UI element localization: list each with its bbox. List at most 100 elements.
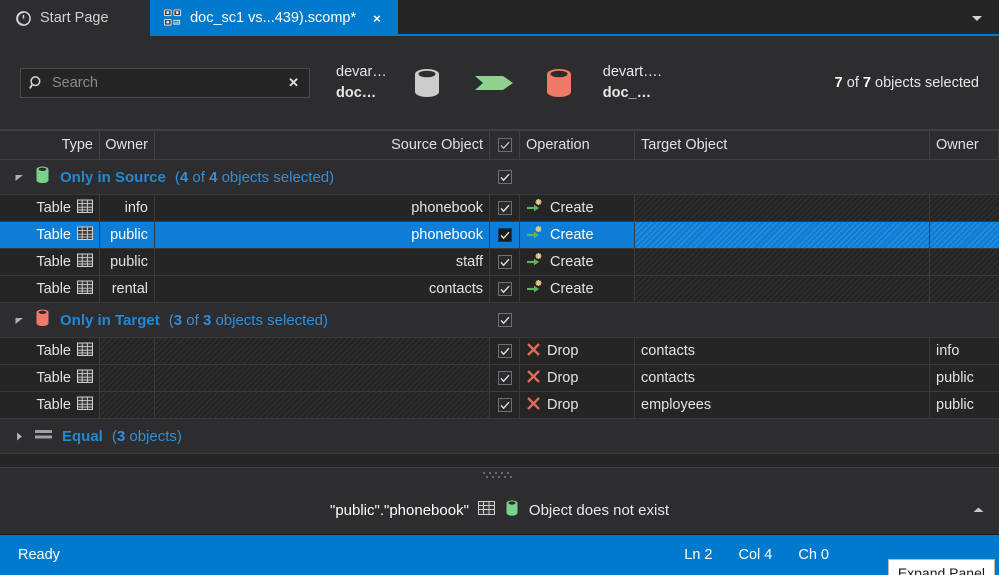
row-checkbox[interactable] — [497, 398, 512, 412]
detail-object-name: "public"."phonebook" — [330, 501, 469, 519]
group-checkbox-cell[interactable] — [490, 303, 520, 337]
cell-target-object — [635, 276, 930, 302]
group-row-filler — [520, 160, 999, 194]
status-character: Ch 0 — [798, 547, 829, 563]
table-row[interactable]: Table Drop contacts public — [0, 365, 999, 392]
group-title: Only in Source — [60, 168, 166, 186]
row-checkbox[interactable] — [497, 255, 512, 269]
table-row[interactable]: Table Drop contacts info — [0, 338, 999, 365]
table-row[interactable]: Table public staff Create — [0, 249, 999, 276]
cell-source-object: phonebook — [155, 195, 490, 221]
cell-source-object — [155, 392, 490, 418]
column-header-source-object[interactable]: Source Object — [155, 131, 490, 159]
target-database-icon — [537, 61, 581, 105]
search-box[interactable]: ✕ — [20, 67, 310, 98]
row-checkbox[interactable] — [497, 201, 512, 215]
cell-source-object: staff — [155, 249, 490, 275]
search-input[interactable] — [52, 74, 280, 91]
cell-source-object — [155, 338, 490, 364]
chevron-up-icon[interactable] — [972, 506, 985, 514]
group-row-only-in-target[interactable]: Only in Target (3 of 3 objects selected) — [0, 303, 999, 338]
column-header-checkbox[interactable] — [490, 131, 520, 159]
comparison-grid: Type Owner Source Object Operation Targe… — [0, 130, 999, 467]
cell-type: Table — [0, 222, 100, 248]
row-checkbox[interactable] — [497, 344, 512, 358]
create-icon — [526, 279, 544, 299]
cell-checkbox[interactable] — [490, 276, 520, 302]
tab-bar: Start Page × doc_sc1 vs...439).scomp* × — [0, 0, 999, 36]
cell-source-object: phonebook — [155, 222, 490, 248]
operation-label: Drop — [547, 370, 579, 386]
cell-target-owner: info — [936, 343, 960, 359]
table-icon — [77, 199, 93, 218]
row-checkbox[interactable] — [497, 371, 512, 385]
row-checkbox[interactable] — [497, 282, 512, 296]
row-checkbox[interactable] — [498, 313, 512, 327]
create-icon — [526, 198, 544, 218]
twisty-collapsed-icon[interactable] — [14, 432, 25, 441]
cell-source-owner — [100, 365, 155, 391]
tab-schema-compare[interactable]: doc_sc1 vs...439).scomp* × — [150, 0, 398, 36]
group-meta: (3 of 3 objects selected) — [168, 311, 329, 329]
table-row[interactable]: Table public phonebook Create — [0, 222, 999, 249]
cell-checkbox[interactable] — [490, 249, 520, 275]
cell-target-object: contacts — [635, 338, 930, 364]
target-server-label: devart…. — [602, 63, 662, 80]
column-header-target-object[interactable]: Target Object — [635, 131, 930, 159]
cell-type: Table — [0, 338, 100, 364]
cell-checkbox[interactable] — [490, 195, 520, 221]
operation-label: Drop — [547, 397, 579, 413]
cell-checkbox[interactable] — [490, 365, 520, 391]
create-icon — [526, 225, 544, 245]
cell-operation: Drop — [520, 392, 635, 418]
table-row[interactable]: Table info phonebook Create — [0, 195, 999, 222]
group-checkbox-cell[interactable] — [490, 419, 520, 453]
table-row[interactable]: Table rental contacts Create — [0, 276, 999, 303]
drop-icon — [526, 342, 541, 361]
cell-type: Table — [0, 365, 100, 391]
column-header-operation[interactable]: Operation — [520, 131, 635, 159]
column-header-source-owner[interactable]: Owner — [100, 131, 155, 159]
source-database-icon — [405, 61, 449, 105]
table-icon — [77, 280, 93, 299]
schema-compare-icon — [164, 9, 182, 27]
table-icon — [77, 226, 93, 245]
cell-checkbox[interactable] — [490, 338, 520, 364]
row-type-label: Table — [36, 200, 71, 216]
row-type-label: Table — [36, 254, 71, 270]
selection-suffix: objects selected — [875, 74, 979, 91]
twisty-expanded-icon[interactable] — [14, 173, 25, 182]
row-type-label: Table — [36, 397, 71, 413]
cell-operation: Create — [520, 222, 635, 248]
table-row[interactable]: Table Drop employees public — [0, 392, 999, 419]
cell-operation: Drop — [520, 365, 635, 391]
group-checkbox-cell[interactable] — [490, 160, 520, 194]
column-header-type[interactable]: Type — [0, 131, 100, 159]
group-row-only-in-source[interactable]: Only in Source (4 of 4 objects selected) — [0, 160, 999, 195]
clear-search-icon[interactable]: ✕ — [286, 75, 301, 91]
cell-source-owner: public — [100, 249, 155, 275]
close-icon[interactable]: × — [370, 12, 384, 25]
tab-start-page[interactable]: Start Page × — [0, 0, 151, 36]
group-row-filler — [520, 419, 999, 453]
source-connection-info: devar… doc… — [336, 62, 387, 103]
group-row-equal[interactable]: Equal (3 objects) — [0, 419, 999, 454]
cell-checkbox[interactable] — [490, 222, 520, 248]
tab-label: Start Page — [40, 10, 109, 26]
compare-toolbar: ✕ devar… doc… — [0, 36, 999, 130]
grid-header: Type Owner Source Object Operation Targe… — [0, 130, 999, 160]
equal-icon — [34, 427, 53, 445]
cell-source-object: contacts — [155, 276, 490, 302]
column-header-target-owner[interactable]: Owner — [930, 131, 999, 159]
row-checkbox[interactable] — [498, 170, 512, 184]
checkbox-header-icon[interactable] — [497, 138, 512, 152]
twisty-expanded-icon[interactable] — [14, 316, 25, 325]
tab-list-dropdown-button[interactable] — [965, 0, 989, 36]
cell-checkbox[interactable] — [490, 392, 520, 418]
row-type-label: Table — [36, 227, 71, 243]
row-checkbox[interactable] — [497, 228, 512, 242]
panel-splitter[interactable] — [0, 467, 999, 486]
application-window: Start Page × doc_sc1 vs...439).scomp* × — [0, 0, 999, 575]
cell-target-owner — [930, 276, 999, 302]
group-meta: (4 of 4 objects selected) — [174, 168, 335, 186]
